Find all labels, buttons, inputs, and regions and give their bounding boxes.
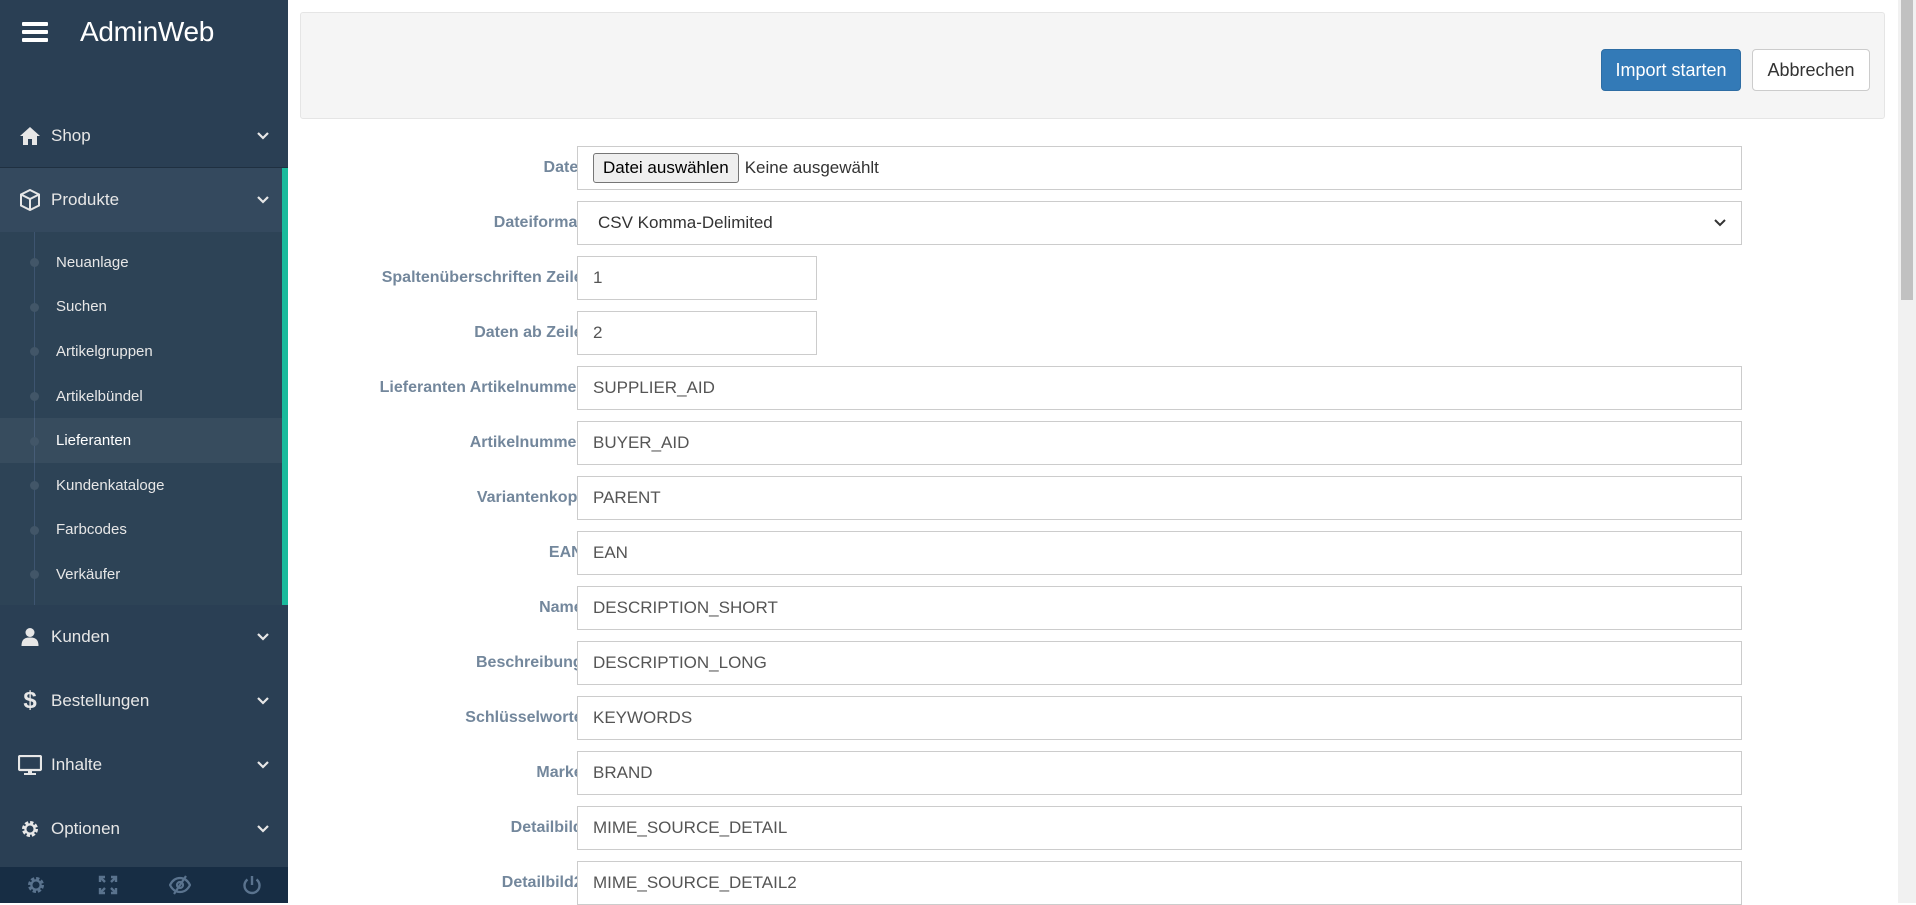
fullscreen-icon[interactable] [97,874,119,896]
field-label: Artikelnummer: [469,434,588,451]
buyer-aid-input[interactable] [577,421,1742,465]
form-row-parent: Variantenkopf: [288,476,1748,520]
submenu-item-verkaeufer[interactable]: Verkäufer [0,552,282,597]
brand-input[interactable] [577,751,1742,795]
cube-icon [18,188,42,212]
sidebar-item-label: Inhalte [51,754,103,774]
sidebar-footer [0,867,288,903]
form-row-buyer-aid: Artikelnummer: [288,421,1748,465]
sidebar-item-shop[interactable]: Shop [0,104,288,168]
data-row-input[interactable] [577,311,817,355]
format-select-value: CSV Komma-Delimited [598,213,773,232]
submenu-item-kundenkataloge[interactable]: Kundenkataloge [0,463,282,508]
submenu-item-suchen[interactable]: Suchen [0,285,282,330]
file-input[interactable]: Datei auswählen Keine ausgewählt [577,146,1742,190]
data-row-label: Daten ab Zeile: [474,324,588,341]
sidebar-item-label: Bestellungen [51,690,150,710]
submenu-item-artikelgruppen[interactable]: Artikelgruppen [0,329,282,374]
sidebar-menu: Shop Produkte Neuanlage Suchen Artikelgr… [0,104,288,861]
dollar-icon: $ [23,686,37,714]
submenu-item-artikelbuendel[interactable]: Artikelbündel [0,374,282,419]
field-label: Detailbild2: [501,874,588,891]
sidebar: AdminWeb Shop Produkte Neuanlage Suchen … [0,0,288,903]
sidebar-item-label: Optionen [51,818,120,838]
name-input[interactable] [577,586,1742,630]
import-start-button[interactable]: Import starten [1601,49,1741,91]
form-row-ean: EAN: [288,531,1748,575]
page-scrollbar[interactable] [1898,0,1916,903]
action-panel: Import starten Abbrechen [300,12,1885,119]
submenu-item-neuanlage[interactable]: Neuanlage [0,240,282,285]
format-label: Dateiformat: [493,214,588,231]
file-status: Keine ausgewählt [744,158,879,177]
parent-input[interactable] [577,476,1742,520]
sidebar-item-kunden[interactable]: Kunden [0,605,288,669]
detail-image-2-input[interactable] [577,861,1742,905]
keywords-input[interactable] [577,696,1742,740]
form-row-name: Name: [288,586,1748,630]
sidebar-item-inhalte[interactable]: Inhalte [0,733,288,797]
field-label: Beschreibung: [475,654,588,671]
settings-icon[interactable] [25,874,47,896]
description-input[interactable] [577,641,1742,685]
desktop-icon [18,753,42,777]
form-row-format: Dateiformat: CSV Komma-Delimited [288,201,1748,245]
app-title: AdminWeb [80,16,215,47]
field-label: Lieferanten Artikelnummer: [379,379,588,396]
format-select[interactable]: CSV Komma-Delimited [577,201,1742,245]
power-icon[interactable] [241,874,263,896]
eye-slash-icon[interactable] [169,874,191,896]
chevron-down-icon [257,760,269,769]
form-row-detail-image-2: Detailbild2: [288,861,1748,905]
chevron-down-icon [257,131,269,140]
main-content: Import starten Abbrechen Datei: Datei au… [288,0,1898,905]
chevron-down-icon [257,196,269,204]
submenu-produkte: Neuanlage Suchen Artikelgruppen Artikelb… [0,232,288,605]
choose-file-button[interactable]: Datei auswählen [593,153,739,183]
cancel-button[interactable]: Abbrechen [1752,49,1870,91]
field-label: Schlüsselworte: [465,709,588,726]
scrollbar-thumb[interactable] [1901,0,1913,300]
header-row-input[interactable] [577,256,817,300]
form-row-brand: Marke: [288,751,1748,795]
form-row-detail-image: Detailbild: [288,806,1748,850]
sidebar-item-label: Produkte [51,190,120,209]
menu-toggle-icon[interactable] [22,22,48,42]
form-row-header-row: Spaltenüberschriften Zeile: [288,256,1748,300]
ean-input[interactable] [577,531,1742,575]
detail-image-input[interactable] [577,806,1742,850]
sidebar-item-bestellungen[interactable]: $ Bestellungen [0,669,288,733]
chevron-down-icon [257,824,269,833]
form-row-description: Beschreibung: [288,641,1748,685]
submenu-item-lieferanten[interactable]: Lieferanten [0,418,282,463]
form-row-data-row: Daten ab Zeile: [288,311,1748,355]
chevron-down-icon [1714,219,1726,227]
sidebar-item-label: Shop [51,125,91,145]
form-row-keywords: Schlüsselworte: [288,696,1748,740]
gear-icon [18,817,42,841]
brand-bar: AdminWeb [0,0,288,64]
chevron-down-icon [257,632,269,641]
field-label: Variantenkopf: [476,489,588,506]
sidebar-item-produkte[interactable]: Produkte [0,168,288,232]
sidebar-item-optionen[interactable]: Optionen [0,797,288,861]
supplier-aid-input[interactable] [577,366,1742,410]
submenu-item-farbcodes[interactable]: Farbcodes [0,508,282,553]
home-icon [18,124,42,148]
user-icon [18,625,42,649]
form-row-supplier-aid: Lieferanten Artikelnummer: [288,366,1748,410]
form-row-file: Datei: Datei auswählen Keine ausgewählt [288,146,1748,190]
chevron-down-icon [257,696,269,705]
sidebar-item-label: Kunden [51,626,110,646]
header-row-label: Spaltenüberschriften Zeile: [381,269,588,286]
